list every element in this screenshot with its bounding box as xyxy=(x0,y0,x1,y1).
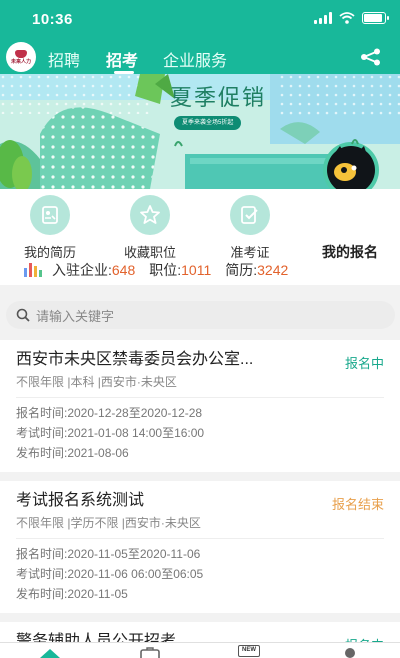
status-icons xyxy=(314,12,389,24)
logo-mark-icon xyxy=(15,49,27,58)
banner-title: 夏季促销 xyxy=(170,86,267,111)
quick-entry-panel: 我的简历 收藏职位 准考证 我的报名 入驻企业: 648 职位: 1011 简历… xyxy=(0,189,400,285)
exam-list: 西安市未央区禁毒委员会办公室... 报名中 不限年限 |本科 |西安市·未央区 … xyxy=(0,340,400,658)
companies-label: 入驻企业: xyxy=(52,262,112,278)
star-icon xyxy=(130,195,170,235)
my-registration-entry[interactable]: 我的报名 xyxy=(310,195,390,262)
publish-time: 发布时间:2021-08-06 xyxy=(16,446,129,460)
signup-time: 报名时间:2020-12-28至2020-12-28 xyxy=(16,406,203,420)
search-icon xyxy=(16,308,30,322)
exam-time: 考试时间:2020-11-06 06:00至06:05 xyxy=(16,567,204,581)
status-badge: 报名中 xyxy=(344,356,384,371)
publish-time: 发布时间:2020-11-05 xyxy=(16,587,128,601)
status-bar: 10:36 xyxy=(0,0,400,38)
bar-chart-icon xyxy=(24,263,42,277)
profile-icon[interactable] xyxy=(338,646,362,658)
resumes-count: 3242 xyxy=(257,262,289,278)
share-icon[interactable] xyxy=(360,48,382,66)
item-meta: 不限年限 |本科 |西安市·未央区 xyxy=(16,375,177,389)
list-item[interactable]: 西安市未央区禁毒委员会办公室... 报名中 不限年限 |本科 |西安市·未央区 … xyxy=(0,340,400,472)
news-badge: NEW xyxy=(242,647,256,653)
my-registration-label: 我的报名 xyxy=(322,244,378,260)
bottom-nav: NEW xyxy=(0,642,400,658)
cellular-signal-icon xyxy=(314,12,332,24)
admission-ticket-icon xyxy=(230,195,270,235)
saved-jobs-label: 收藏职位 xyxy=(123,245,176,260)
logo-text: 未来人力 xyxy=(10,58,31,65)
promo-banner[interactable]: 夏季促销 夏季来袭全场5折起 xyxy=(0,74,400,189)
stats-bar: 入驻企业: 648 职位: 1011 简历: 3242 xyxy=(24,260,302,280)
admission-ticket-label: 准考证 xyxy=(230,245,270,260)
list-item[interactable]: 考试报名系统测试 报名结束 不限年限 |学历不限 |西安市·未央区 报名时间:2… xyxy=(0,481,400,613)
positions-count: 1011 xyxy=(181,262,212,278)
home-icon[interactable] xyxy=(38,646,62,658)
companies-count: 648 xyxy=(111,262,136,278)
admission-ticket-entry[interactable]: 准考证 xyxy=(210,195,290,261)
briefcase-icon[interactable] xyxy=(138,646,162,658)
registration-spacer xyxy=(310,195,390,235)
app-logo[interactable]: 未来人力 xyxy=(6,42,36,72)
search-placeholder: 请输入关键字 xyxy=(36,308,115,324)
signup-time: 报名时间:2020-11-05至2020-11-06 xyxy=(16,547,201,561)
saved-jobs-entry[interactable]: 收藏职位 xyxy=(110,195,190,261)
exam-time: 考试时间:2021-01-08 14:00至16:00 xyxy=(16,426,205,440)
top-nav: 未来人力 招聘 招考 企业服务 xyxy=(0,38,400,74)
positions-label: 职位: xyxy=(149,262,182,278)
tab-recruit[interactable]: 招聘 xyxy=(48,47,80,71)
header: 10:36 未来人力 招聘 招考 企业服务 xyxy=(0,0,400,74)
resumes-label: 简历: xyxy=(225,262,258,278)
search-input[interactable]: 请输入关键字 xyxy=(6,301,395,329)
item-title: 考试报名系统测试 xyxy=(16,492,145,509)
item-title: 西安市未央区禁毒委员会办公室... xyxy=(16,351,254,368)
status-badge: 报名结束 xyxy=(331,497,384,512)
banner-subtitle: 夏季来袭全场5折起 xyxy=(174,116,242,130)
item-meta: 不限年限 |学历不限 |西安市·未央区 xyxy=(16,516,201,530)
battery-icon xyxy=(362,12,389,24)
tab-exam[interactable]: 招考 xyxy=(106,47,138,71)
my-resume-label: 我的简历 xyxy=(23,245,76,260)
status-time: 10:36 xyxy=(32,11,73,28)
app-root: 10:36 未来人力 招聘 招考 企业服务 夏季促销 夏季来袭全场5折起 我的简… xyxy=(0,0,400,658)
resume-icon xyxy=(30,195,70,235)
my-resume-entry[interactable]: 我的简历 xyxy=(10,195,90,261)
tab-enterprise-service[interactable]: 企业服务 xyxy=(163,47,227,71)
news-icon[interactable]: NEW xyxy=(238,645,260,657)
wifi-icon xyxy=(339,12,355,24)
